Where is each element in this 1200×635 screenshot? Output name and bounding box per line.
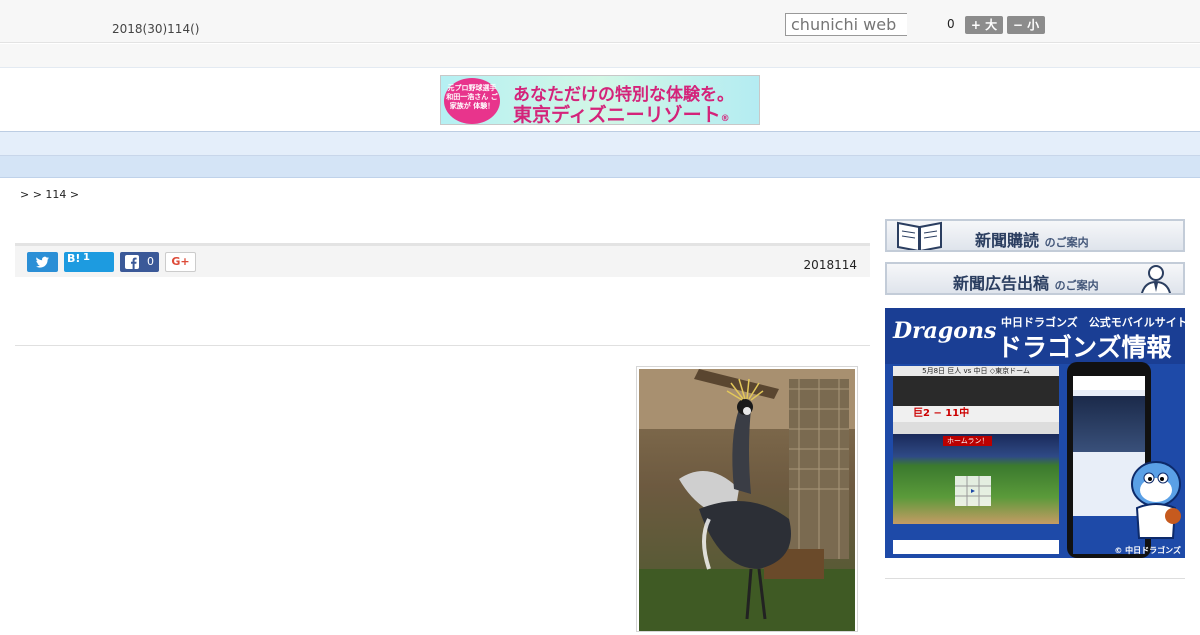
hatena-count: 1 [83, 252, 90, 263]
banner-badge: 元プロ野球選手 和田一浩さん ご家族が 体験！ [444, 78, 500, 124]
dragons-score: 巨2 − 11中 [893, 406, 1059, 422]
businessman-icon [1141, 265, 1171, 293]
facebook-icon [125, 255, 139, 269]
dragons-menu-row [893, 524, 1059, 540]
newspaper-advertising-link[interactable]: 新聞広告出稿 のご案内 [885, 262, 1185, 295]
phone-header [1073, 376, 1145, 390]
dragons-bottom-row [893, 540, 1059, 554]
doala-mascot-icon [1131, 461, 1181, 539]
dragons-ad-title: ドラゴンズ情報 [997, 333, 1172, 362]
divider [15, 345, 870, 346]
dragons-game-screen: 5月8日 巨人 vs 中日 ◇東京ドーム 巨2 − 11中 ホームラン！ [893, 366, 1059, 554]
dragons-player-row [893, 422, 1059, 434]
subscription-main: 新聞購読 [975, 231, 1040, 250]
twitter-icon [35, 256, 49, 268]
search-input[interactable] [785, 13, 907, 36]
newspaper-subscription-link[interactable]: 新聞購読 のご案内 [885, 219, 1185, 252]
dragons-logo: Dragons [893, 318, 997, 344]
dragons-copyright: © 中日ドラゴンズ [1114, 546, 1181, 555]
facebook-share-button[interactable]: 0 [120, 252, 159, 272]
hatena-icon: B! [67, 252, 81, 265]
hatena-bookmark-button[interactable]: B! 1 [64, 252, 114, 272]
font-size-small-button[interactable]: − 小 [1007, 16, 1045, 34]
batter-box-icon [955, 476, 991, 506]
book-icon [897, 221, 942, 250]
breadcrumb[interactable]: > > 114 > [20, 188, 79, 201]
sub-bar [0, 44, 1200, 68]
advertising-label: 新聞広告出稿 のご案内 [953, 270, 1099, 293]
dragons-mobile-site-ad[interactable]: Dragons 中日ドラゴンズ 公式モバイルサイト ドラゴンズ情報 5月8日 巨… [885, 308, 1185, 558]
google-plus-share-button[interactable]: G+ [165, 252, 196, 272]
subscription-label: 新聞購読 のご案内 [975, 227, 1089, 250]
sidebar-divider [885, 578, 1185, 579]
sub-nav [0, 156, 1200, 178]
google-plus-icon: G+ [171, 255, 190, 268]
dragons-game-info: 5月8日 巨人 vs 中日 ◇東京ドーム [893, 366, 1059, 376]
article-date: 2018114 [803, 258, 857, 272]
advertising-sub: のご案内 [1054, 279, 1099, 292]
banner-line2-text: 東京ディズニーリゾート [513, 104, 721, 125]
registered-mark: ® [720, 114, 730, 124]
header-counter: 0 [947, 17, 955, 31]
crowned-crane-photo [639, 369, 855, 631]
global-nav [0, 131, 1200, 156]
article-photo[interactable] [636, 366, 858, 632]
facebook-count: 0 [147, 255, 154, 268]
dragons-homerun-label: ホームラン！ [943, 436, 993, 446]
twitter-share-button[interactable] [27, 252, 58, 272]
banner-line2: 東京ディズニーリゾート® [513, 100, 730, 125]
banner-ad[interactable]: 元プロ野球選手 和田一浩さん ご家族が 体験！ あなただけの特別な体験を。 東京… [440, 75, 760, 125]
share-bar: B! 1 0 G+ 2018114 [15, 243, 870, 277]
advertising-main: 新聞広告出稿 [953, 274, 1050, 293]
header-date: 2018(30)114() [112, 22, 200, 36]
dragons-field-view: ホームラン！ [893, 434, 1059, 524]
top-bar: 2018(30)114() 0 + 大 − 小 [0, 0, 1200, 43]
phone-photo [1073, 396, 1145, 452]
subscription-sub: のご案内 [1044, 236, 1089, 249]
dragons-scoreboard [893, 376, 1059, 406]
font-size-large-button[interactable]: + 大 [965, 16, 1003, 34]
